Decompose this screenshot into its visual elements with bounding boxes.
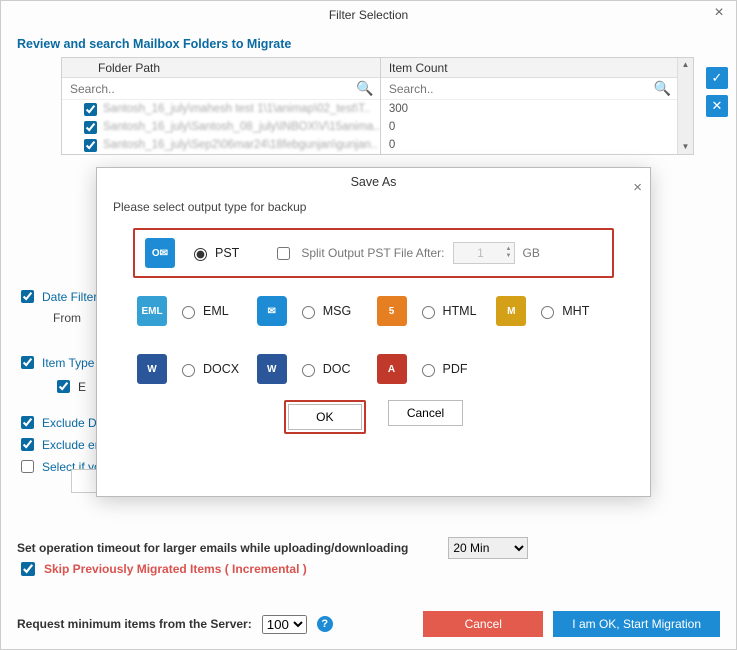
gb-label: GB [523,246,540,260]
timeout-select[interactable]: 20 Min [448,537,528,559]
format-pst-radio[interactable]: PST [189,245,239,261]
cancel-button[interactable]: Cancel [423,611,543,637]
min-items-label: Request minimum items from the Server: [17,617,252,631]
search-count-input[interactable] [387,81,654,97]
format-html-radio[interactable]: HTML [417,303,477,319]
from-label: From [53,311,81,325]
row-checkbox[interactable] [84,139,97,152]
scroll-down-icon[interactable]: ▼ [678,140,693,154]
format-mht-radio[interactable]: MHT [536,303,589,319]
table-row[interactable]: Santosh_16_july\Sep2\06mar24\18febgunjan… [62,136,380,154]
column-item-count[interactable]: Item Count [381,58,677,78]
dialog-cancel-button[interactable]: Cancel [388,400,463,426]
table-cell-count: 0 [381,136,677,154]
table-row[interactable]: Santosh_16_july\mahesh test 1\1\animap\0… [62,100,380,118]
row-checkbox[interactable] [84,103,97,116]
table-cell-count: 300 [381,100,677,118]
format-msg-radio[interactable]: MSG [297,303,351,319]
select-all-icon[interactable]: ✓ [706,67,728,89]
format-eml-radio[interactable]: EML [177,303,229,319]
ok-button[interactable]: OK [288,404,362,430]
section-title: Review and search Mailbox Folders to Mig… [1,29,736,57]
column-folder-path[interactable]: Folder Path [62,58,380,78]
chevron-up-icon[interactable]: ▲ [506,246,512,253]
html-icon: 5 [377,296,407,326]
folder-table: Folder Path 🔍 Santosh_16_july\mahesh tes… [61,57,694,155]
start-migration-button[interactable]: I am OK, Start Migration [553,611,720,637]
eml-icon: EML [137,296,167,326]
pdf-icon: A [377,354,407,384]
exclude-empty-checkbox[interactable]: Exclude em [17,435,105,454]
table-scrollbar[interactable]: ▲ ▼ [677,58,693,154]
dialog-title: Save As [351,175,397,189]
window-title: Filter Selection [329,8,408,22]
min-items-select[interactable]: 100 [262,615,307,634]
split-label: Split Output PST File After: [301,246,444,260]
chevron-down-icon[interactable]: ▼ [506,253,512,260]
help-icon[interactable]: ? [317,616,333,632]
mht-icon: M [496,296,526,326]
format-grid: EML EML ✉ MSG 5 HTML M MHT W DOCX W DOC A PDF [97,292,650,388]
date-filter-checkbox[interactable]: Date Filter [17,287,97,306]
outlook-icon: O✉ [145,238,175,268]
ok-highlight: OK [284,400,366,434]
search-folder-input[interactable] [68,81,356,97]
scroll-up-icon[interactable]: ▲ [678,58,693,72]
search-icon[interactable]: 🔍 [654,80,671,97]
side-action-icons: ✓ ✕ [706,67,728,117]
window-titlebar: Filter Selection × [1,1,736,29]
format-doc-radio[interactable]: DOC [297,361,351,377]
doc-icon: W [257,354,287,384]
search-icon[interactable]: 🔍 [356,80,373,97]
deselect-all-icon[interactable]: ✕ [706,95,728,117]
table-row[interactable]: Santosh_16_july\Santosh_08_july\INBOX\V\… [62,118,380,136]
split-size-stepper[interactable]: 1 ▲▼ [453,242,515,264]
dialog-close-icon[interactable]: × [633,174,642,202]
sub-e-checkbox[interactable]: E [53,377,86,396]
format-docx-radio[interactable]: DOCX [177,361,239,377]
item-type-checkbox[interactable]: Item Type [17,353,94,372]
row-checkbox[interactable] [84,121,97,134]
format-pdf-radio[interactable]: PDF [417,361,468,377]
skip-migrated-checkbox[interactable]: Skip Previously Migrated Items ( Increme… [17,559,307,579]
exclude-deleted-checkbox[interactable]: Exclude De [17,413,103,432]
split-checkbox[interactable] [277,247,290,260]
table-cell-count: 0 [381,118,677,136]
save-as-dialog: Save As × Please select output type for … [96,167,651,497]
msg-icon: ✉ [257,296,287,326]
dialog-subtitle: Please select output type for backup [97,196,650,224]
docx-icon: W [137,354,167,384]
pst-row-highlight: O✉ PST Split Output PST File After: 1 ▲▼… [133,228,614,278]
filter-selection-window: Filter Selection × Review and search Mai… [0,0,737,650]
close-icon[interactable]: × [710,5,728,23]
